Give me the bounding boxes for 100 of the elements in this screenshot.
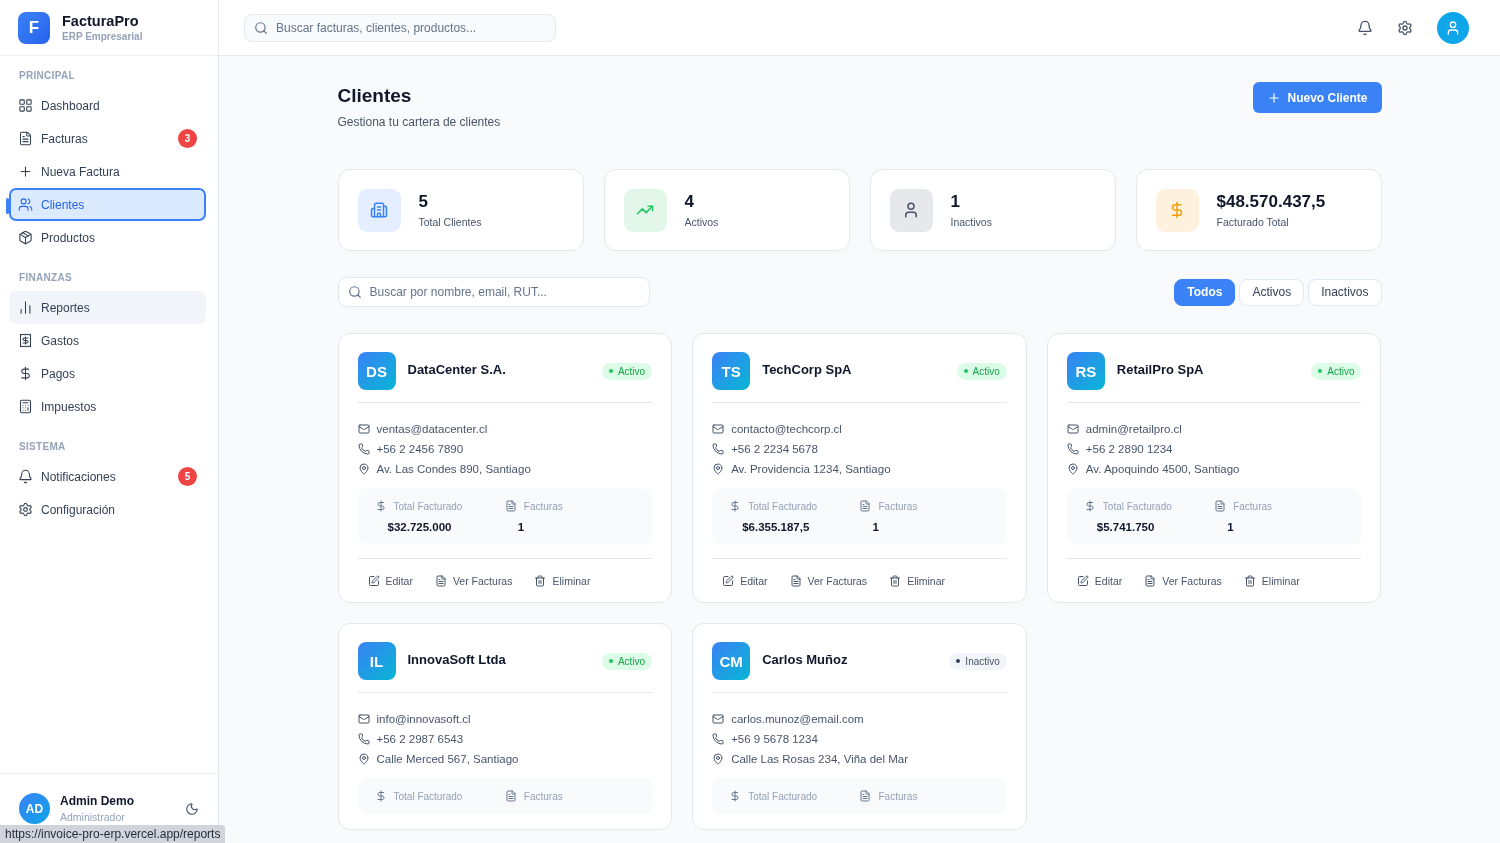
client-avatar: CM (712, 642, 751, 680)
client-address: Calle Merced 567, Santiago (376, 753, 519, 765)
status-badge: Activo (601, 362, 653, 380)
count-badge: 5 (178, 467, 197, 486)
card-action[interactable]: Eliminar (1243, 575, 1300, 587)
sidebar-item[interactable]: Gastos (9, 324, 206, 357)
document-icon (504, 500, 517, 512)
user-icon (1445, 19, 1461, 36)
document-icon (789, 575, 802, 587)
status-badge: Activo (601, 652, 653, 670)
trash-icon (889, 575, 902, 587)
client-name: RetailPro SpA (1116, 361, 1205, 377)
user-role: Administrador (60, 811, 126, 823)
sidebar-item[interactable]: Impuestos (9, 390, 206, 423)
document-icon (1144, 575, 1157, 587)
mail-icon (712, 713, 725, 725)
bell-icon[interactable] (1357, 19, 1373, 36)
client-email: ventas@datacenter.cl (376, 423, 488, 435)
status-badge: Activo (1311, 362, 1362, 380)
stat-label: Facturas (878, 500, 918, 512)
nav-icon (18, 399, 33, 414)
sidebar-item[interactable]: Pagos (9, 357, 206, 390)
mail-icon (1066, 423, 1079, 435)
filter-tab[interactable]: Todos (1174, 278, 1236, 306)
filter-tab[interactable]: Activos (1239, 278, 1305, 306)
card-action[interactable]: Editar (722, 575, 768, 587)
map-pin-icon (357, 463, 370, 475)
nav-label: Productos (41, 230, 97, 245)
client-phone: +56 9 5678 1234 (731, 733, 818, 745)
sidebar-item[interactable]: Nueva Factura (9, 155, 206, 188)
edit-icon (1076, 575, 1089, 587)
nav-icon (18, 366, 33, 381)
nav-icon (18, 333, 33, 348)
search-field[interactable]: Buscar facturas, clientes, productos... (244, 13, 556, 42)
nav-icon (18, 469, 33, 484)
nav-label: Configuración (41, 502, 117, 517)
nav-icon (18, 164, 33, 179)
client-phone: +56 2 2987 6543 (376, 733, 464, 745)
app-name: FacturaPro (62, 13, 140, 29)
card-action[interactable]: Eliminar (534, 575, 591, 587)
card-action[interactable]: Eliminar (889, 575, 946, 587)
map-pin-icon (712, 753, 725, 765)
section-heading: PRINCIPAL (18, 70, 76, 81)
trash-icon (534, 575, 547, 587)
dollar-icon (374, 500, 387, 512)
sidebar-item[interactable]: Dashboard (9, 89, 206, 122)
client-phone: +56 2 2234 5678 (731, 443, 818, 455)
sidebar-item[interactable]: Facturas 3 (9, 122, 206, 155)
client-avatar: RS (1066, 352, 1105, 390)
sidebar-item[interactable]: Productos (9, 221, 206, 254)
status-badge: Inactivo (949, 652, 1007, 670)
stat-label: Activos (684, 216, 719, 228)
invoice-count: 1 (872, 521, 880, 533)
client-address: Av. Apoquindo 4500, Santiago (1085, 463, 1240, 475)
status-badge: Activo (956, 362, 1007, 380)
total-billed: $5.741.750 (1096, 521, 1156, 533)
moon-icon[interactable] (185, 801, 199, 816)
card-action[interactable]: Editar (1076, 575, 1123, 587)
dollar-icon (729, 790, 742, 802)
sidebar-item[interactable]: Clientes (9, 188, 206, 221)
client-address: Av. Las Condes 890, Santiago (376, 463, 531, 475)
mail-icon (357, 713, 370, 725)
sidebar-item[interactable]: Notificaciones 5 (9, 460, 206, 493)
phone-icon (1066, 443, 1079, 455)
section-heading: SISTEMA (18, 441, 67, 452)
client-phone: +56 2 2890 1234 (1085, 443, 1173, 455)
document-icon (859, 790, 872, 802)
sidebar-item[interactable]: Configuración (9, 493, 206, 526)
new-client-button[interactable]: Nuevo Cliente (1253, 82, 1382, 113)
nav-label: Facturas (41, 131, 89, 146)
card-action[interactable]: Editar (367, 575, 413, 587)
dollar-icon (1083, 500, 1096, 512)
invoice-count: 1 (1227, 521, 1235, 533)
card-action[interactable]: Ver Facturas (789, 575, 868, 587)
nav-icon (18, 300, 33, 315)
nav-icon (18, 197, 33, 212)
stat-label: Total Facturado (393, 500, 463, 512)
card-action[interactable]: Ver Facturas (1144, 575, 1222, 587)
stat-label: Total Facturado (393, 790, 463, 802)
search-field[interactable]: Buscar por nombre, email, RUT... (337, 277, 650, 307)
search-icon (347, 285, 362, 299)
map-pin-icon (357, 753, 370, 765)
settings-icon[interactable] (1397, 19, 1413, 36)
nav-label: Gastos (41, 333, 80, 348)
client-email: carlos.munoz@email.com (731, 713, 864, 725)
client-name: Carlos Muñoz (762, 651, 849, 667)
client-email: admin@retailpro.cl (1085, 423, 1182, 435)
stat-label: Total Facturado (1102, 500, 1172, 512)
client-phone: +56 2 2456 7890 (376, 443, 464, 455)
client-name: TechCorp SpA (762, 361, 853, 377)
profile-button[interactable] (1437, 11, 1469, 44)
card-action[interactable]: Ver Facturas (434, 575, 513, 587)
sidebar-item[interactable]: Reportes (9, 291, 206, 324)
app-logo: F (18, 11, 50, 44)
mail-icon (357, 423, 370, 435)
dollar-icon (374, 790, 387, 802)
client-avatar: IL (357, 642, 396, 680)
nav-label: Notificaciones (41, 469, 117, 484)
phone-icon (357, 443, 370, 455)
filter-tab[interactable]: Inactivos (1308, 278, 1382, 306)
